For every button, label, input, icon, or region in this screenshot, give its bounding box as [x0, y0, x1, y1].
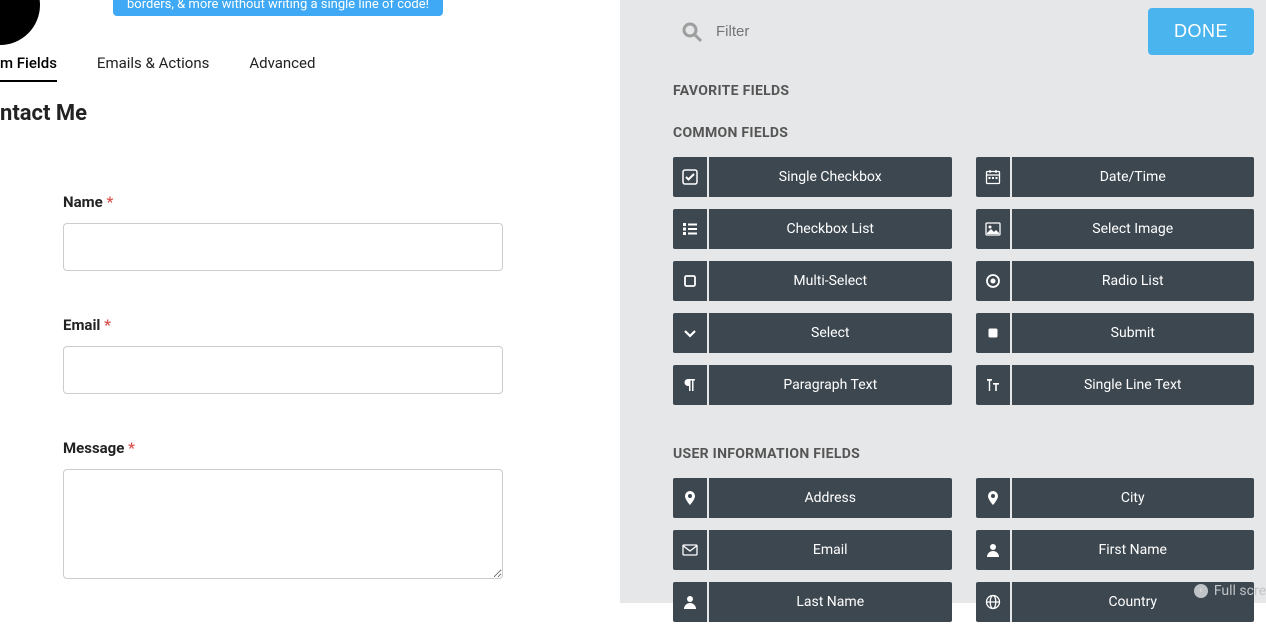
field-block-city[interactable]: City [976, 478, 1255, 518]
user-icon [673, 582, 709, 622]
field-block-radio-list[interactable]: Radio List [976, 261, 1255, 301]
tab-form-fields[interactable]: m Fields [0, 54, 57, 82]
field-label: Select [709, 313, 952, 353]
form-field-name[interactable]: Name * [63, 193, 503, 271]
fullscreen-hint[interactable]: ‹ Full scre [1194, 583, 1266, 599]
field-label: Date/Time [1012, 157, 1255, 197]
pin-icon [976, 478, 1012, 518]
field-label: Single Checkbox [709, 157, 952, 197]
field-block-date-time[interactable]: Date/Time [976, 157, 1255, 197]
form-preview: Name * Email * Message * [63, 193, 503, 628]
image-icon [976, 209, 1012, 249]
field-block-multi-select[interactable]: Multi-Select [673, 261, 952, 301]
field-block-checkbox-list[interactable]: Checkbox List [673, 209, 952, 249]
section-user-information-fields: USER INFORMATION FIELDS [673, 446, 860, 462]
name-label: Name * [63, 193, 503, 211]
field-label: Multi-Select [709, 261, 952, 301]
field-label: Submit [1012, 313, 1255, 353]
field-label: First Name [1012, 530, 1255, 570]
page-title: ntact Me [0, 101, 87, 126]
text-icon [976, 365, 1012, 405]
chevron-left-icon: ‹ [1194, 584, 1208, 598]
field-label: Email [709, 530, 952, 570]
pin-icon [673, 478, 709, 518]
field-block-email[interactable]: Email [673, 530, 952, 570]
section-common-fields: COMMON FIELDS [673, 125, 788, 141]
field-block-address[interactable]: Address [673, 478, 952, 518]
promo-banner: borders, & more without writing a single… [113, 0, 443, 16]
field-label: Radio List [1012, 261, 1255, 301]
field-block-last-name[interactable]: Last Name [673, 582, 952, 622]
email-input[interactable] [63, 346, 503, 394]
field-label: Select Image [1012, 209, 1255, 249]
calendar-icon [976, 157, 1012, 197]
done-button[interactable]: DONE [1148, 8, 1254, 55]
field-label: Checkbox List [709, 209, 952, 249]
form-field-message[interactable]: Message * [63, 439, 503, 583]
field-block-first-name[interactable]: First Name [976, 530, 1255, 570]
field-block-single-checkbox[interactable]: Single Checkbox [673, 157, 952, 197]
tab-emails-actions[interactable]: Emails & Actions [97, 54, 209, 82]
square-icon [673, 261, 709, 301]
field-label: Address [709, 478, 952, 518]
field-block-select-image[interactable]: Select Image [976, 209, 1255, 249]
message-input[interactable] [63, 469, 503, 579]
check-square-icon [673, 157, 709, 197]
list-icon [673, 209, 709, 249]
tab-advanced[interactable]: Advanced [249, 54, 315, 82]
globe-icon [976, 582, 1012, 622]
logo [0, 0, 40, 45]
field-label: Single Line Text [1012, 365, 1255, 405]
square-filled-icon [976, 313, 1012, 353]
name-input[interactable] [63, 223, 503, 271]
user-icon [976, 530, 1012, 570]
field-label: Paragraph Text [709, 365, 952, 405]
email-label: Email * [63, 316, 503, 334]
search-icon [680, 20, 704, 44]
paragraph-icon [673, 365, 709, 405]
form-field-email[interactable]: Email * [63, 316, 503, 394]
field-label: Last Name [709, 582, 952, 622]
envelope-icon [673, 530, 709, 570]
field-label: City [1012, 478, 1255, 518]
message-label: Message * [63, 439, 503, 457]
section-favorite-fields: FAVORITE FIELDS [673, 83, 789, 99]
chevron-down-icon [673, 313, 709, 353]
field-block-paragraph-text[interactable]: Paragraph Text [673, 365, 952, 405]
field-block-single-line-text[interactable]: Single Line Text [976, 365, 1255, 405]
filter-input[interactable] [716, 23, 1148, 40]
radio-icon [976, 261, 1012, 301]
field-block-select[interactable]: Select [673, 313, 952, 353]
field-block-submit[interactable]: Submit [976, 313, 1255, 353]
